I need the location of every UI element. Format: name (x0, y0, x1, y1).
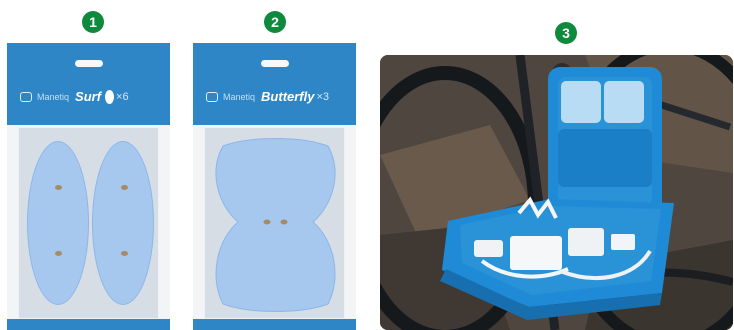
pack-header: Manetiq Surf ×6 (7, 43, 170, 125)
pad-count: ×6 (116, 90, 129, 103)
pack-footer (7, 319, 170, 330)
badge-2: 2 (264, 11, 286, 33)
snap-connector (55, 185, 62, 190)
hang-hole (74, 60, 103, 67)
badge-1: 1 (82, 11, 104, 33)
pad-count: ×3 (316, 90, 330, 103)
butterfly-pad (215, 138, 336, 312)
pack-footer (193, 319, 356, 330)
product-figure: 1 2 3 Manetiq Surf ×6 Manetiq Butterfly … (0, 0, 734, 330)
butterfly-electrode-pack: Manetiq Butterfly ×3 (193, 43, 356, 330)
snap-connector (121, 185, 128, 190)
snap-connector (121, 251, 128, 256)
hang-hole (260, 60, 289, 67)
pack-label: Manetiq Surf ×6 (20, 89, 161, 104)
surf-pad-left (27, 141, 89, 305)
product-name: Surf (75, 89, 102, 104)
pack-header: Manetiq Butterfly ×3 (193, 43, 356, 125)
brand-name: Manetiq (223, 91, 256, 102)
pack-window (204, 127, 345, 319)
pack-label: Manetiq Butterfly ×3 (206, 89, 347, 104)
pack-window (18, 127, 159, 319)
brand-logo-icon (206, 91, 218, 102)
case-scene (380, 55, 733, 330)
snap-connector (55, 251, 62, 256)
pad-shape-icon (105, 89, 115, 104)
surf-electrode-pack: Manetiq Surf ×6 (7, 43, 170, 330)
badge-3: 3 (555, 22, 577, 44)
surf-pad-right (92, 141, 154, 305)
brand-name: Manetiq (37, 91, 70, 102)
carrying-case-photo (380, 55, 733, 330)
brand-logo-icon (20, 91, 32, 102)
product-name: Butterfly (261, 89, 315, 104)
